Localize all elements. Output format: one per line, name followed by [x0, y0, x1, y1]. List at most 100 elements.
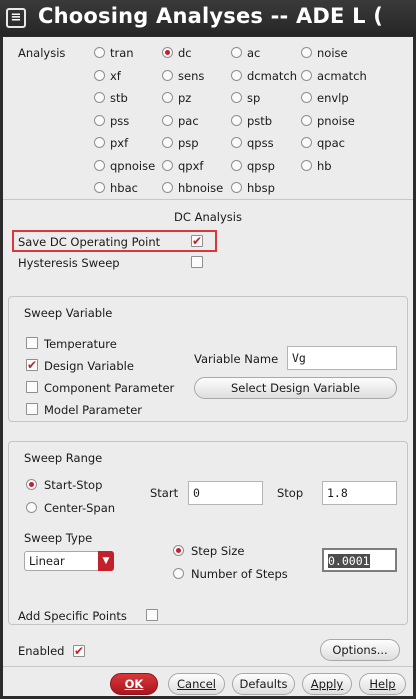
dc-section-title: DC Analysis	[174, 210, 242, 224]
sweep-mode-radio[interactable]	[26, 502, 37, 513]
analysis-radio-pnoise[interactable]	[301, 114, 312, 126]
sweep-mode-label: Center-Span	[44, 501, 116, 515]
analysis-option-label: ac	[247, 46, 261, 60]
analysis-option-label: qpxf	[178, 158, 204, 173]
ok-label: OK	[124, 677, 144, 691]
analysis-radio-psp[interactable]	[162, 137, 173, 148]
window-title: Choosing Analyses -- ADE L (	[38, 4, 383, 28]
analysis-radio-noise[interactable]	[301, 47, 312, 58]
sweep-variable-group: Sweep Variable Temperature ✔ Design Variab…	[8, 296, 408, 422]
sweep-variable-option-label: Model Parameter	[44, 403, 143, 417]
stop-input[interactable]: 1.8	[322, 481, 397, 505]
analysis-option-label: pstb	[247, 113, 273, 128]
step-size-value: 0.0001	[328, 554, 370, 568]
analysis-option-label: envlp	[317, 91, 349, 105]
analysis-radio-pz[interactable]	[162, 92, 173, 103]
stop-label: Stop	[277, 486, 304, 500]
analysis-radio-qpnoise[interactable]	[94, 159, 105, 171]
analysis-radio-pstb[interactable]	[231, 114, 242, 126]
sweep-variable-checkbox[interactable]	[26, 337, 38, 349]
analysis-option-label: pss	[110, 113, 130, 128]
analysis-radio-qpsp[interactable]	[231, 159, 242, 171]
menu-icon[interactable]: ≡	[6, 8, 26, 28]
analysis-radio-tran[interactable]	[94, 47, 105, 58]
analysis-radio-acmatch[interactable]	[301, 69, 312, 81]
analysis-option-label: qpac	[317, 136, 345, 150]
sweep-variable-checkbox[interactable]	[26, 403, 38, 415]
analysis-option-label: hbac	[110, 181, 138, 195]
sweep-variable-option-label: Temperature	[44, 337, 117, 351]
sweep-variable-option-label: Component Parameter	[44, 381, 175, 395]
help-label: Help	[369, 677, 396, 691]
analysis-radio-qpss[interactable]	[231, 137, 242, 148]
analysis-radio-xf[interactable]	[94, 69, 105, 81]
analysis-option-label: tran	[110, 46, 134, 60]
analysis-option-label: dc	[178, 46, 192, 60]
analysis-option-label: hbnoise	[178, 181, 224, 195]
analysis-option-label: stb	[110, 91, 128, 105]
analysis-radio-hbnoise[interactable]	[162, 182, 173, 193]
analysis-radio-dc[interactable]	[162, 47, 173, 58]
save-op-label: Save DC Operating Point	[18, 235, 161, 249]
analysis-radio-hbsp[interactable]	[231, 182, 242, 193]
add-points-checkbox[interactable]	[146, 609, 158, 621]
divider	[3, 199, 413, 200]
analysis-radio-qpxf[interactable]	[162, 159, 173, 171]
sweep-mode-radio[interactable]	[26, 479, 37, 490]
step-mode-radio[interactable]	[173, 568, 184, 579]
enabled-checkbox[interactable]: ✔	[73, 645, 85, 657]
sweep-variable-checkbox[interactable]: ✔	[26, 359, 38, 371]
variable-name-input[interactable]: Vg	[287, 346, 397, 370]
sweep-type-select[interactable]: Linear ▼	[24, 551, 114, 571]
options-button[interactable]: Options...	[320, 639, 400, 661]
enabled-label: Enabled	[18, 644, 65, 658]
analysis-option-label: pz	[178, 91, 192, 105]
chevron-down-icon[interactable]: ▼	[98, 551, 114, 571]
help-button[interactable]: Help	[359, 673, 406, 695]
analysis-radio-stb[interactable]	[94, 92, 105, 103]
analysis-option-label: pnoise	[317, 113, 355, 128]
sweep-variable-option-label: Design Variable	[44, 359, 134, 373]
title-bar: ≡ Choosing Analyses -- ADE L (	[0, 0, 416, 36]
sweep-variable-checkbox[interactable]	[26, 381, 38, 393]
analysis-option-label: sens	[178, 68, 205, 83]
analysis-option-label: xf	[110, 68, 121, 83]
variable-name-label: Variable Name	[194, 352, 279, 366]
cancel-button[interactable]: Cancel	[168, 673, 225, 695]
analysis-radio-dcmatch[interactable]	[231, 69, 242, 81]
start-input[interactable]: 0	[188, 481, 263, 505]
sweep-range-group: Sweep Range Start-Stop Center-Span Start …	[8, 441, 408, 625]
analysis-radio-hbac[interactable]	[94, 182, 105, 193]
analysis-radio-sens[interactable]	[162, 69, 173, 81]
select-design-variable-button[interactable]: Select Design Variable	[194, 377, 397, 399]
sweep-type-label: Sweep Type	[24, 531, 93, 545]
analysis-radio-pxf[interactable]	[94, 137, 105, 148]
save-op-checkbox[interactable]: ✔	[191, 235, 203, 247]
sweep-mode-label: Start-Stop	[44, 478, 103, 492]
analysis-option-label: noise	[317, 46, 348, 60]
start-label: Start	[150, 486, 179, 500]
analysis-radio-sp[interactable]	[231, 92, 242, 103]
analysis-radio-pac[interactable]	[162, 114, 173, 126]
add-points-label: Add Specific Points	[18, 609, 127, 623]
hysteresis-checkbox[interactable]	[191, 256, 203, 268]
analysis-option-label: dcmatch	[247, 68, 297, 83]
analysis-option-label: hbsp	[247, 181, 275, 195]
analysis-radio-ac[interactable]	[231, 47, 242, 58]
analysis-label: Analysis	[18, 46, 66, 60]
sweep-type-value: Linear	[29, 554, 65, 568]
analysis-radio-hb[interactable]	[301, 159, 312, 171]
apply-button[interactable]: Apply	[302, 673, 352, 695]
ok-button[interactable]: OK	[110, 673, 158, 695]
defaults-button[interactable]: Defaults	[232, 673, 295, 695]
analysis-radio-qpac[interactable]	[301, 137, 312, 148]
analysis-radio-envlp[interactable]	[301, 92, 312, 103]
step-mode-radio[interactable]	[173, 545, 184, 556]
sweep-range-title: Sweep Range	[24, 451, 103, 465]
dialog-body: Analysis tran dc ac noise xf sens dcmatch acmat…	[3, 37, 413, 696]
step-size-input[interactable]: 0.0001	[322, 548, 397, 572]
analysis-option-label: psp	[178, 136, 199, 150]
analysis-radio-pss[interactable]	[94, 114, 105, 126]
analysis-option-label: acmatch	[317, 68, 367, 83]
cancel-label: Cancel	[177, 677, 216, 691]
